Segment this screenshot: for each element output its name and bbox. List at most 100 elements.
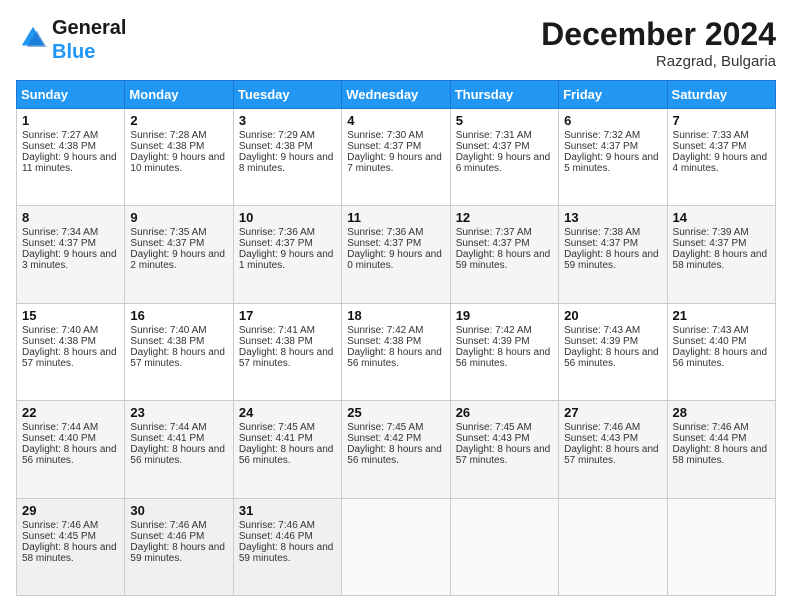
table-cell: 19 Sunrise: 7:42 AM Sunset: 4:39 PM Dayl… (450, 303, 558, 400)
sunrise-label: Sunrise: 7:36 AM (239, 227, 315, 238)
daylight-label: Daylight: 8 hours and 58 minutes. (673, 249, 768, 271)
sunrise-label: Sunrise: 7:43 AM (673, 325, 749, 336)
sunset-label: Sunset: 4:38 PM (22, 336, 96, 347)
daylight-label: Daylight: 8 hours and 57 minutes. (456, 444, 551, 466)
table-cell: 9 Sunrise: 7:35 AM Sunset: 4:37 PM Dayli… (125, 206, 233, 303)
day-number: 29 (22, 503, 119, 518)
table-cell: 18 Sunrise: 7:42 AM Sunset: 4:38 PM Dayl… (342, 303, 450, 400)
daylight-label: Daylight: 8 hours and 56 minutes. (239, 444, 334, 466)
day-number: 22 (22, 405, 119, 420)
table-cell: 14 Sunrise: 7:39 AM Sunset: 4:37 PM Dayl… (667, 206, 775, 303)
day-number: 11 (347, 210, 444, 225)
sunset-label: Sunset: 4:39 PM (564, 336, 638, 347)
table-cell: 11 Sunrise: 7:36 AM Sunset: 4:37 PM Dayl… (342, 206, 450, 303)
table-cell: 7 Sunrise: 7:33 AM Sunset: 4:37 PM Dayli… (667, 109, 775, 206)
table-cell: 30 Sunrise: 7:46 AM Sunset: 4:46 PM Dayl… (125, 498, 233, 595)
sunrise-label: Sunrise: 7:42 AM (456, 325, 532, 336)
sunrise-label: Sunrise: 7:44 AM (22, 422, 98, 433)
table-cell: 27 Sunrise: 7:46 AM Sunset: 4:43 PM Dayl… (559, 401, 667, 498)
daylight-label: Daylight: 8 hours and 57 minutes. (22, 347, 117, 369)
sunrise-label: Sunrise: 7:29 AM (239, 130, 315, 141)
sunset-label: Sunset: 4:38 PM (347, 336, 421, 347)
header-monday: Monday (125, 81, 233, 109)
sunrise-label: Sunrise: 7:34 AM (22, 227, 98, 238)
daylight-label: Daylight: 9 hours and 8 minutes. (239, 152, 334, 174)
table-cell: 1 Sunrise: 7:27 AM Sunset: 4:38 PM Dayli… (17, 109, 125, 206)
daylight-label: Daylight: 9 hours and 5 minutes. (564, 152, 659, 174)
daylight-label: Daylight: 8 hours and 56 minutes. (564, 347, 659, 369)
sunrise-label: Sunrise: 7:35 AM (130, 227, 206, 238)
sunset-label: Sunset: 4:37 PM (564, 141, 638, 152)
daylight-label: Daylight: 8 hours and 56 minutes. (22, 444, 117, 466)
sunrise-label: Sunrise: 7:45 AM (239, 422, 315, 433)
sunrise-label: Sunrise: 7:36 AM (347, 227, 423, 238)
daylight-label: Daylight: 8 hours and 57 minutes. (564, 444, 659, 466)
calendar-header-row: Sunday Monday Tuesday Wednesday Thursday… (17, 81, 776, 109)
table-cell: 24 Sunrise: 7:45 AM Sunset: 4:41 PM Dayl… (233, 401, 341, 498)
daylight-label: Daylight: 8 hours and 57 minutes. (239, 347, 334, 369)
day-number: 2 (130, 113, 227, 128)
sunrise-label: Sunrise: 7:41 AM (239, 325, 315, 336)
sunset-label: Sunset: 4:38 PM (130, 336, 204, 347)
sunrise-label: Sunrise: 7:27 AM (22, 130, 98, 141)
sunrise-label: Sunrise: 7:46 AM (673, 422, 749, 433)
day-number: 15 (22, 308, 119, 323)
sunset-label: Sunset: 4:38 PM (130, 141, 204, 152)
daylight-label: Daylight: 9 hours and 10 minutes. (130, 152, 225, 174)
table-cell (667, 498, 775, 595)
daylight-label: Daylight: 9 hours and 3 minutes. (22, 249, 117, 271)
daylight-label: Daylight: 9 hours and 1 minutes. (239, 249, 334, 271)
sunrise-label: Sunrise: 7:40 AM (22, 325, 98, 336)
sunset-label: Sunset: 4:43 PM (564, 433, 638, 444)
day-number: 7 (673, 113, 770, 128)
sunrise-label: Sunrise: 7:33 AM (673, 130, 749, 141)
sunrise-label: Sunrise: 7:44 AM (130, 422, 206, 433)
daylight-label: Daylight: 9 hours and 7 minutes. (347, 152, 442, 174)
daylight-label: Daylight: 8 hours and 59 minutes. (130, 542, 225, 564)
table-cell: 25 Sunrise: 7:45 AM Sunset: 4:42 PM Dayl… (342, 401, 450, 498)
table-cell: 28 Sunrise: 7:46 AM Sunset: 4:44 PM Dayl… (667, 401, 775, 498)
table-cell: 13 Sunrise: 7:38 AM Sunset: 4:37 PM Dayl… (559, 206, 667, 303)
daylight-label: Daylight: 8 hours and 56 minutes. (130, 444, 225, 466)
daylight-label: Daylight: 8 hours and 58 minutes. (673, 444, 768, 466)
sunset-label: Sunset: 4:40 PM (22, 433, 96, 444)
day-number: 3 (239, 113, 336, 128)
table-cell: 8 Sunrise: 7:34 AM Sunset: 4:37 PM Dayli… (17, 206, 125, 303)
table-cell: 29 Sunrise: 7:46 AM Sunset: 4:45 PM Dayl… (17, 498, 125, 595)
sunset-label: Sunset: 4:37 PM (22, 238, 96, 249)
sunset-label: Sunset: 4:39 PM (456, 336, 530, 347)
table-cell: 31 Sunrise: 7:46 AM Sunset: 4:46 PM Dayl… (233, 498, 341, 595)
day-number: 31 (239, 503, 336, 518)
table-cell: 3 Sunrise: 7:29 AM Sunset: 4:38 PM Dayli… (233, 109, 341, 206)
daylight-label: Daylight: 8 hours and 58 minutes. (22, 542, 117, 564)
day-number: 8 (22, 210, 119, 225)
sunrise-label: Sunrise: 7:46 AM (130, 520, 206, 531)
sunset-label: Sunset: 4:37 PM (347, 238, 421, 249)
day-number: 12 (456, 210, 553, 225)
sunset-label: Sunset: 4:37 PM (456, 238, 530, 249)
table-cell: 26 Sunrise: 7:45 AM Sunset: 4:43 PM Dayl… (450, 401, 558, 498)
sunset-label: Sunset: 4:44 PM (673, 433, 747, 444)
sunset-label: Sunset: 4:37 PM (673, 238, 747, 249)
day-number: 16 (130, 308, 227, 323)
page: General Blue December 2024 Razgrad, Bulg… (0, 0, 792, 612)
day-number: 17 (239, 308, 336, 323)
sunset-label: Sunset: 4:46 PM (239, 531, 313, 542)
table-cell: 16 Sunrise: 7:40 AM Sunset: 4:38 PM Dayl… (125, 303, 233, 400)
table-cell: 20 Sunrise: 7:43 AM Sunset: 4:39 PM Dayl… (559, 303, 667, 400)
day-number: 28 (673, 405, 770, 420)
daylight-label: Daylight: 8 hours and 59 minutes. (564, 249, 659, 271)
daylight-label: Daylight: 9 hours and 4 minutes. (673, 152, 768, 174)
table-cell: 10 Sunrise: 7:36 AM Sunset: 4:37 PM Dayl… (233, 206, 341, 303)
logo-blue: Blue (52, 40, 126, 64)
day-number: 23 (130, 405, 227, 420)
sunrise-label: Sunrise: 7:40 AM (130, 325, 206, 336)
day-number: 30 (130, 503, 227, 518)
sunset-label: Sunset: 4:41 PM (239, 433, 313, 444)
day-number: 26 (456, 405, 553, 420)
sunrise-label: Sunrise: 7:45 AM (347, 422, 423, 433)
day-number: 14 (673, 210, 770, 225)
table-cell: 5 Sunrise: 7:31 AM Sunset: 4:37 PM Dayli… (450, 109, 558, 206)
sunrise-label: Sunrise: 7:42 AM (347, 325, 423, 336)
table-cell (342, 498, 450, 595)
